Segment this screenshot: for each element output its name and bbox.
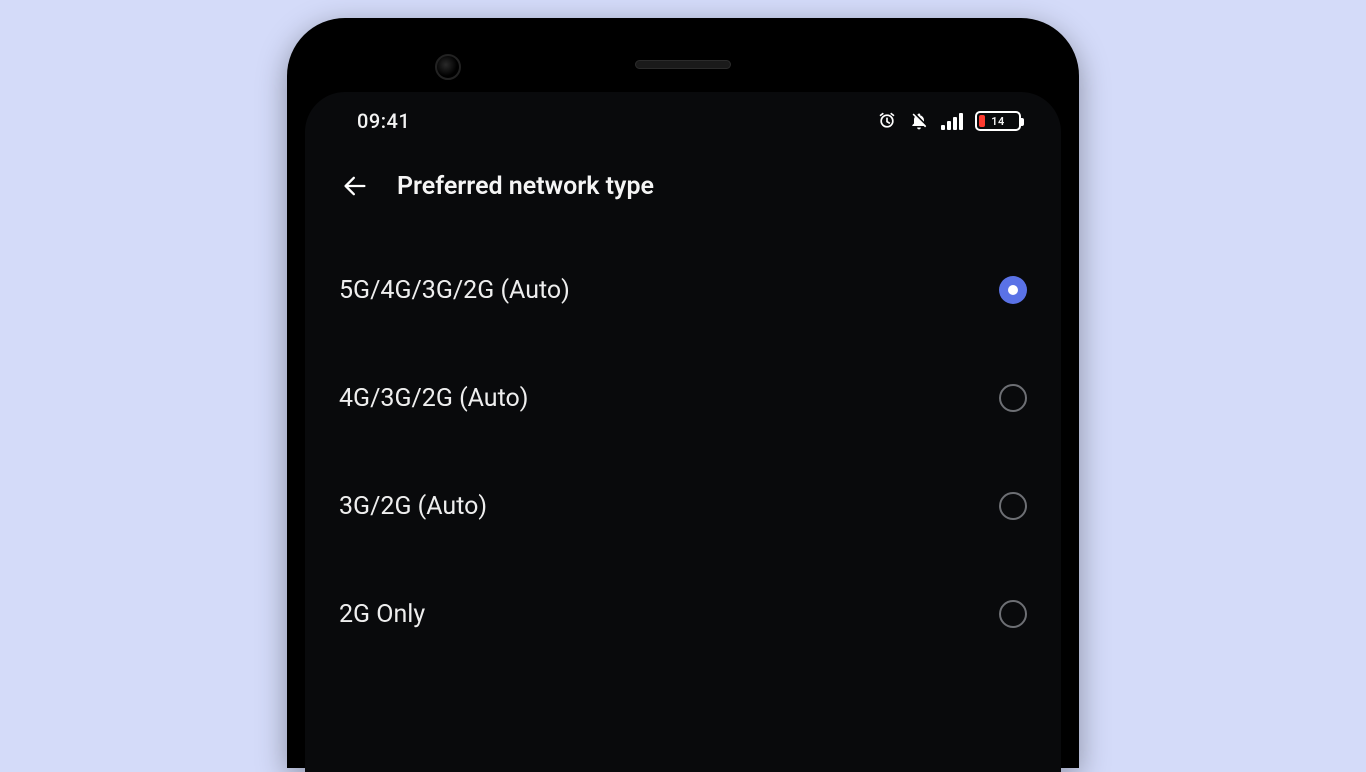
radio-unselected-icon [999,600,1027,628]
radio-unselected-icon [999,384,1027,412]
back-button[interactable] [339,170,371,202]
phone-screen: 09:41 14 Preferred n [305,92,1061,772]
radio-unselected-icon [999,492,1027,520]
battery-icon: 14 [975,111,1021,131]
option-label: 2G Only [339,600,425,629]
option-2g-only[interactable]: 2G Only [339,560,1027,668]
status-icons: 14 [877,111,1021,131]
option-5g-auto[interactable]: 5G/4G/3G/2G (Auto) [339,236,1027,344]
option-3g-auto[interactable]: 3G/2G (Auto) [339,452,1027,560]
option-label: 5G/4G/3G/2G (Auto) [339,276,570,305]
front-camera [435,54,461,80]
battery-percent: 14 [977,115,1019,128]
network-type-options: 5G/4G/3G/2G (Auto) 4G/3G/2G (Auto) 3G/2G… [305,226,1061,668]
page-title: Preferred network type [397,172,654,201]
radio-selected-icon [999,276,1027,304]
speaker-slot [635,60,731,69]
arrow-left-icon [341,172,369,200]
notifications-off-icon [909,111,929,131]
option-label: 4G/3G/2G (Auto) [339,384,528,413]
option-label: 3G/2G (Auto) [339,492,487,521]
alarm-icon [877,111,897,131]
phone-bezel [305,36,1061,92]
phone-frame: 09:41 14 Preferred n [287,18,1079,768]
app-bar: Preferred network type [305,150,1061,226]
option-4g-auto[interactable]: 4G/3G/2G (Auto) [339,344,1027,452]
cellular-signal-icon [941,112,963,130]
status-bar: 09:41 14 [305,92,1061,150]
status-time: 09:41 [357,109,410,133]
